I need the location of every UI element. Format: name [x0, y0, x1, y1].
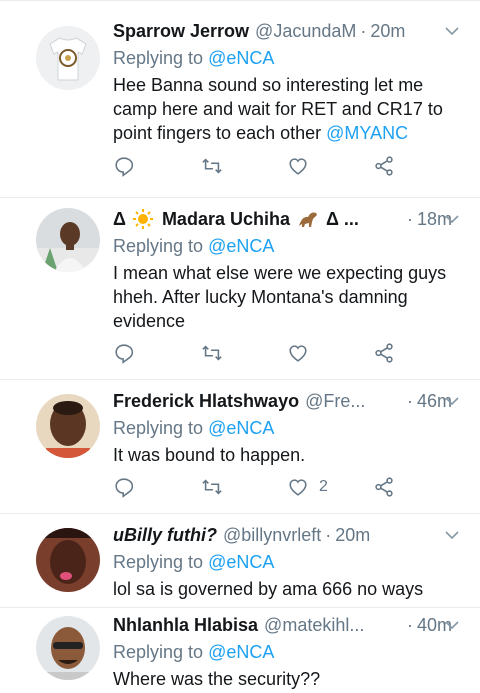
- share-button[interactable]: [373, 476, 395, 498]
- tweet-header: uBilly futhi? @billynvrleft · 20m: [113, 522, 452, 548]
- tweet-text: Where was the security??: [113, 669, 321, 689]
- avatar[interactable]: [36, 616, 100, 680]
- display-name[interactable]: Frederick Hlatshwayo: [113, 391, 299, 412]
- dot-separator: ·: [406, 614, 413, 635]
- share-icon: [375, 156, 393, 176]
- reply-button[interactable]: [113, 342, 135, 364]
- dot-separator: ·: [325, 524, 332, 545]
- dot-separator: ·: [406, 390, 413, 411]
- tweet-card[interactable]: Nhlanhla Hlabisa @matekihl... · 40m Repl…: [0, 608, 480, 693]
- retweet-button[interactable]: [201, 342, 223, 364]
- tweet-actions: [113, 342, 403, 370]
- retweet-button[interactable]: [201, 476, 223, 498]
- tweet-actions: 2: [113, 476, 403, 504]
- avatar-photo: [36, 208, 100, 272]
- tweet-text: Hee Banna sound so interesting let me ca…: [113, 75, 443, 143]
- share-button[interactable]: [373, 342, 395, 364]
- avatar-photo: [36, 528, 100, 592]
- display-name[interactable]: Madara Uchiha: [162, 209, 290, 230]
- user-handle[interactable]: @JacundaM: [255, 21, 356, 42]
- replying-to: Replying to @eNCA: [113, 48, 275, 68]
- avatar[interactable]: [36, 208, 100, 272]
- display-name[interactable]: Sparrow Jerrow: [113, 21, 249, 42]
- timestamp[interactable]: 20m: [370, 21, 405, 42]
- display-name[interactable]: uBilly futhi?: [113, 525, 217, 546]
- tweet-header: Δ Madara Uchiha Δ ... · 18m: [113, 206, 452, 232]
- tweet-card[interactable]: Frederick Hlatshwayo @Fre... · 46m Reply…: [0, 380, 480, 514]
- like-icon: [289, 158, 307, 175]
- user-handle[interactable]: @billynvrleft: [223, 525, 321, 546]
- replying-to: Replying to @eNCA: [113, 642, 275, 662]
- chevron-down-icon[interactable]: [442, 209, 462, 229]
- avatar[interactable]: [36, 26, 100, 90]
- like-button[interactable]: 2: [287, 476, 328, 498]
- like-icon: [289, 479, 307, 496]
- tweet-card[interactable]: Sparrow Jerrow @JacundaM · 20m Replying …: [0, 6, 480, 198]
- chevron-down-icon[interactable]: [442, 525, 462, 545]
- reply-icon: [115, 344, 134, 364]
- mention-link[interactable]: @MYANC: [326, 123, 408, 143]
- reply-mention-link[interactable]: @eNCA: [208, 418, 274, 438]
- replying-to: Replying to @eNCA: [113, 236, 275, 256]
- chevron-down-icon[interactable]: [442, 391, 462, 411]
- user-handle[interactable]: @Fre...: [305, 391, 365, 412]
- avatar-cartoon: [36, 616, 100, 680]
- dot-separator: ·: [360, 20, 367, 41]
- like-count: 2: [319, 478, 328, 495]
- tweet-header: Nhlanhla Hlabisa @matekihl... · 40m: [113, 612, 452, 638]
- share-button[interactable]: [373, 155, 395, 177]
- user-handle[interactable]: @matekihl...: [264, 615, 364, 636]
- timestamp[interactable]: 20m: [335, 525, 370, 546]
- tweet-header: Sparrow Jerrow @JacundaM · 20m: [113, 18, 452, 44]
- avatar-photo: [36, 394, 100, 458]
- reply-icon: [115, 478, 134, 498]
- tweet-actions: [113, 155, 403, 183]
- sun-emoji-icon: [132, 209, 153, 229]
- name-prefix-symbol: Δ: [113, 208, 126, 229]
- reply-mention-link[interactable]: @eNCA: [208, 552, 274, 572]
- retweet-button[interactable]: [201, 155, 223, 177]
- reply-button[interactable]: [113, 155, 135, 177]
- share-icon: [375, 477, 393, 497]
- reply-mention-link[interactable]: @eNCA: [208, 48, 274, 68]
- dot-separator: ·: [406, 208, 413, 229]
- reply-mention-link[interactable]: @eNCA: [208, 642, 274, 662]
- chevron-down-icon[interactable]: [442, 615, 462, 635]
- tweet-header: Frederick Hlatshwayo @Fre... · 46m: [113, 388, 452, 414]
- tweet-text: I mean what else were we expecting guys …: [113, 263, 447, 331]
- dinosaur-emoji-icon: [298, 212, 317, 227]
- replying-to: Replying to @eNCA: [113, 418, 275, 438]
- avatar-tshirt-image: [36, 26, 100, 90]
- tweet-text: It was bound to happen.: [113, 445, 306, 465]
- tweet-card[interactable]: uBilly futhi? @billynvrleft · 20m Replyi…: [0, 514, 480, 608]
- like-icon: [289, 345, 307, 362]
- like-button[interactable]: [287, 155, 309, 177]
- chevron-down-icon[interactable]: [442, 21, 462, 41]
- avatar[interactable]: [36, 528, 100, 592]
- retweet-icon: [202, 479, 222, 495]
- reply-button[interactable]: [113, 476, 135, 498]
- retweet-icon: [202, 345, 222, 361]
- reply-icon: [115, 157, 134, 177]
- reply-mention-link[interactable]: @eNCA: [208, 236, 274, 256]
- tweet-card[interactable]: Δ Madara Uchiha Δ ... · 18m Replying to …: [0, 198, 480, 380]
- name-suffix: Δ ...: [325, 208, 359, 229]
- display-name[interactable]: Nhlanhla Hlabisa: [113, 615, 258, 636]
- like-button[interactable]: [287, 342, 309, 364]
- avatar[interactable]: [36, 394, 100, 458]
- replying-to: Replying to @eNCA: [113, 552, 275, 572]
- tweet-text: lol sa is governed by ama 666 no ways: [113, 579, 424, 599]
- retweet-icon: [202, 158, 222, 174]
- share-icon: [375, 343, 393, 363]
